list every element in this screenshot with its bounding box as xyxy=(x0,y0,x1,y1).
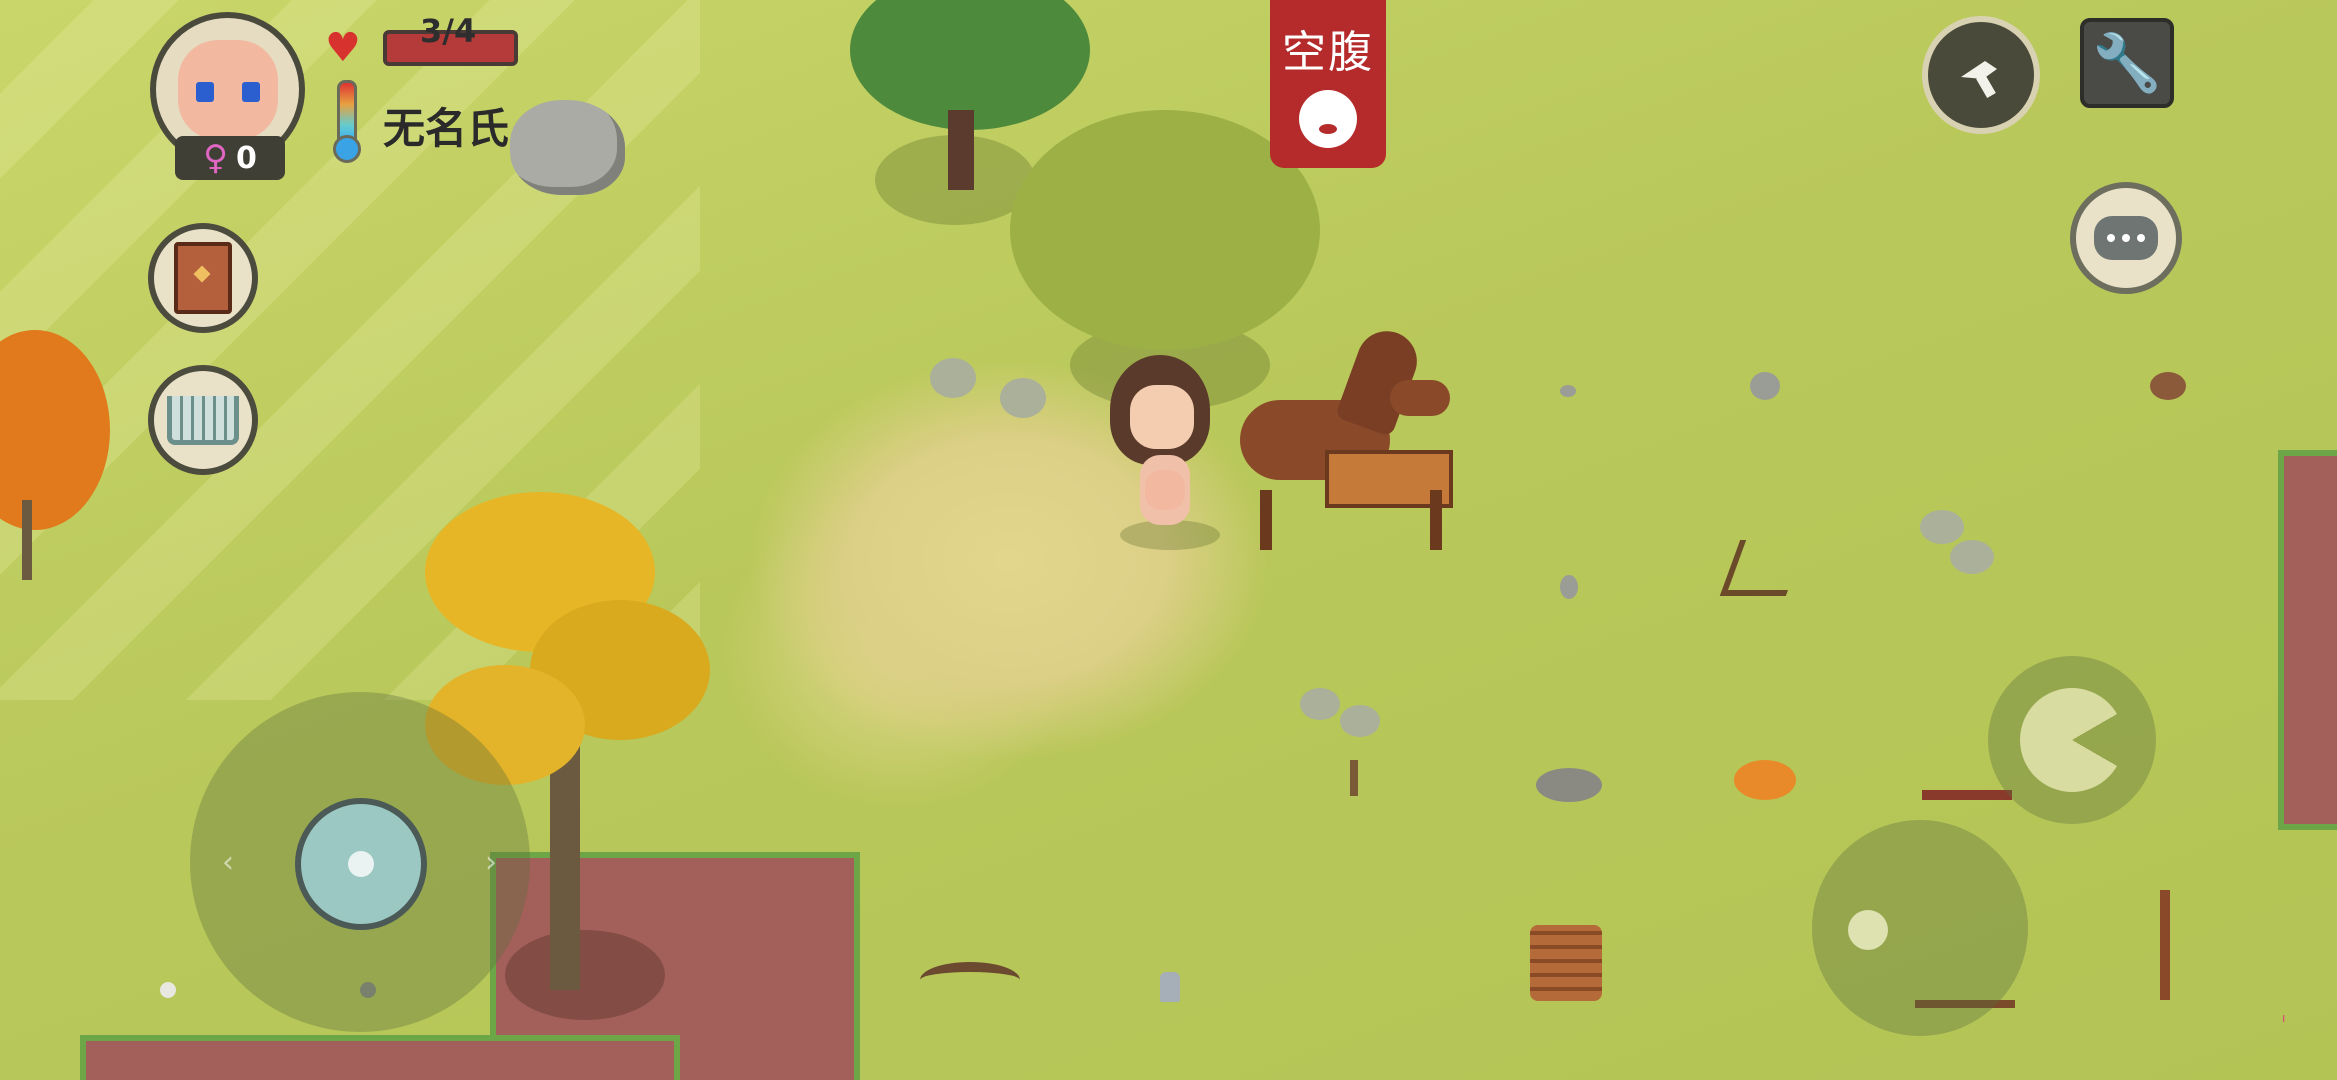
settings-button[interactable]: 🔧 xyxy=(2080,18,2174,108)
dead-branch[interactable] xyxy=(1719,540,1807,596)
wooden-pole[interactable] xyxy=(2160,890,2170,1000)
dirt-patch xyxy=(80,1035,680,1080)
round-stone[interactable] xyxy=(1750,372,1780,400)
shop-button[interactable] xyxy=(148,365,258,475)
boulder[interactable] xyxy=(510,100,625,195)
offspring-count: 0 xyxy=(236,140,257,176)
throw-icon xyxy=(1848,910,1888,950)
dirt-patch xyxy=(2278,450,2337,830)
pacman-icon xyxy=(2020,688,2124,792)
player-name: 无名氏 xyxy=(383,104,510,153)
tree-trunk xyxy=(22,500,32,580)
horse-cart[interactable] xyxy=(1230,320,1470,560)
female-icon: ♀ xyxy=(203,138,229,178)
weapon-button[interactable] xyxy=(1922,16,2040,134)
joystick-center-dot xyxy=(348,851,374,877)
eat-button[interactable] xyxy=(1988,656,2156,824)
cart-icon xyxy=(167,395,239,445)
wooden-stick[interactable] xyxy=(1922,790,2012,800)
wrench-icon: 🔧 xyxy=(2092,31,2162,96)
clay-lump[interactable] xyxy=(2150,372,2186,400)
throw-button[interactable] xyxy=(1812,820,2028,1036)
autumn-tree xyxy=(0,330,110,530)
health-text: 3/4 xyxy=(420,12,477,50)
flint[interactable] xyxy=(1560,575,1578,599)
heart-icon: ♥ xyxy=(325,25,361,71)
tree-trunk xyxy=(948,110,974,190)
woven-basket[interactable] xyxy=(1530,925,1602,1001)
pink-marker: ᴵ xyxy=(2282,1012,2286,1033)
avatar-face xyxy=(177,39,278,140)
seeds-on-rock[interactable] xyxy=(1536,768,1602,802)
chat-button[interactable] xyxy=(2070,182,2182,294)
stone-cluster xyxy=(1340,705,1380,737)
stone-cluster xyxy=(1300,688,1340,720)
small-pebble[interactable] xyxy=(160,982,176,998)
joystick-left-arrow: ‹ xyxy=(222,845,234,880)
journal-button[interactable] xyxy=(148,223,258,333)
joystick-right-arrow: › xyxy=(485,845,497,880)
stone-cluster xyxy=(1950,540,1994,574)
chat-bubble-icon xyxy=(2094,216,2158,260)
bow[interactable] xyxy=(920,962,1020,998)
tree-shadow xyxy=(505,930,665,1020)
hunger-status-flag: 空腹 xyxy=(1270,0,1386,168)
gender-badge: ♀ 0 xyxy=(175,136,285,180)
player-character[interactable] xyxy=(1100,355,1220,535)
twig[interactable] xyxy=(1350,760,1388,796)
flint[interactable] xyxy=(1560,385,1576,397)
stone-cluster xyxy=(1000,378,1046,418)
book-icon xyxy=(174,242,232,314)
joystick-knob[interactable] xyxy=(295,798,427,930)
hungry-face-icon xyxy=(1299,90,1357,148)
stone-cluster xyxy=(930,358,976,398)
tree-trunk xyxy=(550,740,580,990)
nail[interactable] xyxy=(1160,972,1180,1002)
stone-cluster xyxy=(1920,510,1964,544)
knife-icon xyxy=(1961,61,1997,99)
status-label: 空腹 xyxy=(1282,27,1374,78)
roast-chicken[interactable] xyxy=(1734,760,1796,800)
thermometer-bulb xyxy=(333,135,361,163)
